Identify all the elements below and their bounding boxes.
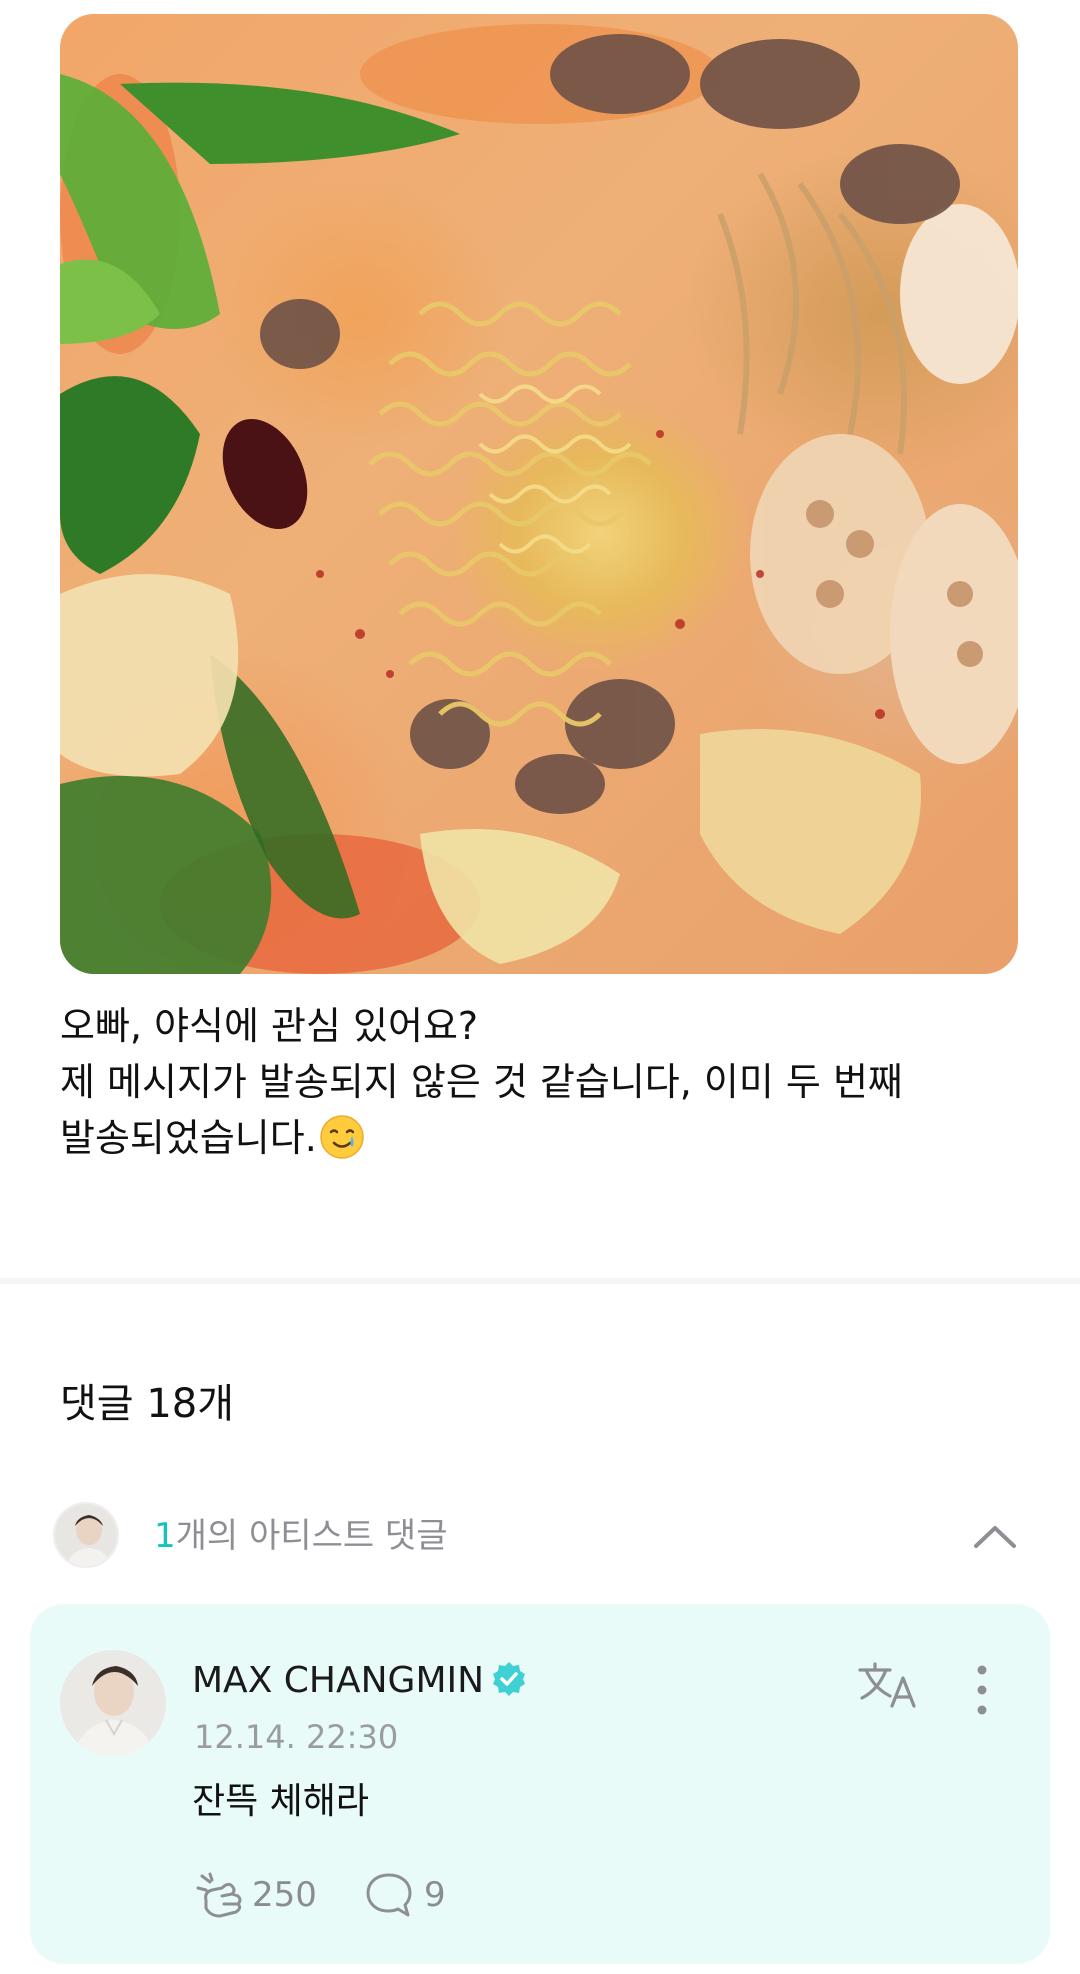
- section-divider: [0, 1278, 1080, 1284]
- avatar[interactable]: [60, 1650, 166, 1756]
- artist-comment-label: 개의 아티스트 댓글: [175, 1516, 448, 1556]
- post-text-line-content: 발송되었습니다.: [60, 1116, 317, 1160]
- post-text-line: 발송되었습니다.: [60, 1110, 1020, 1166]
- verified-badge-icon: [493, 1662, 526, 1696]
- reaction-count: 250: [252, 1875, 317, 1915]
- reply-count: 9: [424, 1875, 446, 1915]
- speech-bubble-icon: [366, 1873, 412, 1917]
- avatar-image: [60, 1650, 166, 1756]
- comments-count-title: 댓글 18개: [60, 1381, 235, 1427]
- comment-author-name: MAX CHANGMIN: [192, 1660, 485, 1701]
- avatar-image: [55, 1504, 117, 1566]
- artist-comments-summary: 1개의 아티스트 댓글: [154, 1514, 448, 1558]
- reply-button[interactable]: 9: [364, 1870, 446, 1920]
- artist-avatar-small: [53, 1502, 119, 1568]
- reaction-button[interactable]: 250: [192, 1870, 317, 1920]
- comment-author[interactable]: MAX CHANGMIN: [192, 1658, 528, 1704]
- artist-comments-toggle[interactable]: 1개의 아티스트 댓글: [50, 1502, 1020, 1572]
- chevron-up-icon[interactable]: [970, 1516, 1020, 1556]
- post-text-line: 제 메시지가 발송되지 않은 것 같습니다, 이미 두 번째: [60, 1060, 903, 1104]
- artist-comment-card: MAX CHANGMIN 12.14. 22:30 잔뜩 체해라 250 9: [30, 1604, 1050, 1964]
- more-vertical-icon[interactable]: [970, 1662, 994, 1718]
- post-photo[interactable]: [60, 14, 1018, 974]
- reaction-icon: [196, 1872, 242, 1918]
- artist-comment-count: 1: [154, 1516, 176, 1556]
- smiling-face-with-tear-emoji-icon: [320, 1115, 364, 1159]
- noodle-hotpot-illustration: [60, 24, 1018, 974]
- comment-body: 잔뜩 체해라: [192, 1781, 370, 1822]
- translate-icon[interactable]: [856, 1660, 920, 1712]
- comment-timestamp: 12.14. 22:30: [194, 1718, 399, 1756]
- post-text-line: 오빠, 야식에 관심 있어요?: [60, 1004, 479, 1048]
- post-text: 오빠, 야식에 관심 있어요? 제 메시지가 발송되지 않은 것 같습니다, 이…: [60, 998, 1020, 1166]
